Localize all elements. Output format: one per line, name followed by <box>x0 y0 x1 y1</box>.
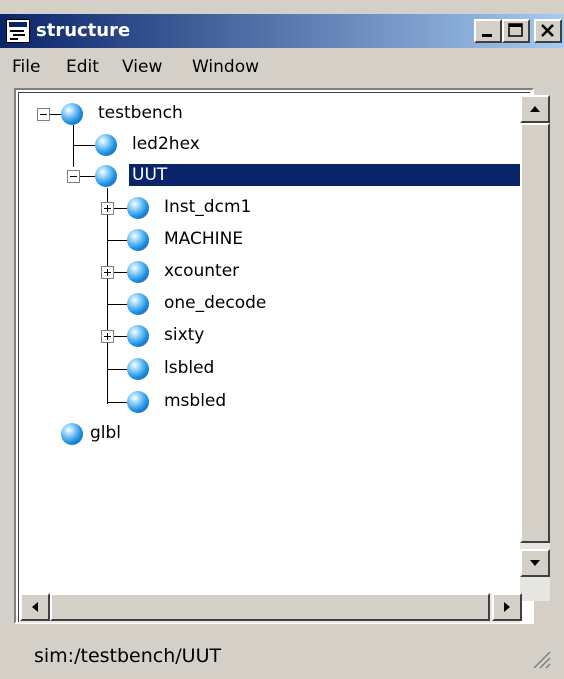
resize-grip-icon[interactable] <box>528 646 552 670</box>
tree-connector <box>113 336 127 337</box>
scroll-up-button[interactable] <box>520 95 550 123</box>
maximize-icon <box>508 23 523 37</box>
menu-bar: File Edit View Window <box>0 50 564 84</box>
tree-node-label: sixty <box>164 325 205 345</box>
tree-connector <box>73 125 74 167</box>
tree-connector <box>107 402 127 403</box>
scroll-right-button[interactable] <box>492 593 522 621</box>
menu-file[interactable]: File <box>12 56 40 78</box>
blue-sphere-icon <box>127 358 149 380</box>
tree-node-label: led2hex <box>132 134 200 154</box>
blue-sphere-icon <box>127 325 149 347</box>
blue-sphere-icon <box>127 197 149 219</box>
tree-connector <box>107 188 108 404</box>
vertical-scrollbar[interactable] <box>520 95 550 601</box>
expand-icon[interactable] <box>101 330 114 343</box>
tree-node-label: UUT <box>129 164 531 186</box>
blue-sphere-icon <box>127 293 149 315</box>
window-title: structure <box>36 20 131 41</box>
tree-node-label: lsbled <box>164 358 215 378</box>
window-border <box>556 48 564 679</box>
tree-node-label: msbled <box>164 391 227 411</box>
tree-connector <box>113 208 127 209</box>
structure-tree[interactable]: testbench led2hex UUT Inst_dcm1 MACHINE … <box>18 92 531 622</box>
blue-sphere-icon <box>127 391 149 413</box>
blue-sphere-icon <box>95 165 117 187</box>
tree-connector <box>107 240 127 241</box>
arrow-up-icon <box>530 106 540 112</box>
arrow-left-icon <box>32 602 38 612</box>
tree-connector <box>113 272 127 273</box>
menu-edit[interactable]: Edit <box>66 56 99 78</box>
tree-node-label: testbench <box>98 103 183 123</box>
tree-node-label: one_decode <box>164 293 267 313</box>
tree-connector <box>73 145 95 146</box>
tree-connector <box>49 114 61 115</box>
arrow-right-icon <box>504 602 510 612</box>
tree-connector <box>107 369 127 370</box>
maximize-button[interactable] <box>502 19 530 43</box>
blue-sphere-icon <box>127 229 149 251</box>
horizontal-scroll-thumb[interactable] <box>50 593 490 621</box>
scroll-left-button[interactable] <box>20 593 50 621</box>
tree-node-label: Inst_dcm1 <box>164 197 252 217</box>
tree-node-label: MACHINE <box>164 229 244 249</box>
blue-sphere-icon <box>61 423 83 445</box>
status-bar: sim:/testbench/UUT <box>14 630 554 672</box>
menu-window[interactable]: Window <box>192 56 259 78</box>
blue-sphere-icon <box>61 103 83 125</box>
expand-icon[interactable] <box>101 266 114 279</box>
tree-node-label: glbl <box>90 423 122 443</box>
title-bar[interactable]: structure <box>0 14 564 48</box>
scroll-down-button[interactable] <box>520 549 550 577</box>
minimize-icon <box>482 34 492 37</box>
minimize-button[interactable] <box>474 19 502 43</box>
blue-sphere-icon <box>95 134 117 156</box>
collapse-icon[interactable] <box>67 170 80 183</box>
status-path: sim:/testbench/UUT <box>34 645 222 667</box>
horizontal-scrollbar[interactable] <box>20 593 522 623</box>
close-button[interactable] <box>534 19 562 43</box>
vertical-scroll-thumb[interactable] <box>520 123 550 543</box>
structure-window: structure File Edit View Window testbenc… <box>0 0 564 679</box>
blue-sphere-icon <box>127 261 149 283</box>
arrow-down-icon <box>530 560 540 566</box>
tree-connector <box>107 304 127 305</box>
structure-tree-panel: testbench led2hex UUT Inst_dcm1 MACHINE … <box>14 88 534 624</box>
tree-connector <box>79 176 95 177</box>
menu-view[interactable]: View <box>122 56 162 78</box>
tree-node-label: xcounter <box>164 261 240 281</box>
app-icon[interactable] <box>6 19 30 43</box>
expand-icon[interactable] <box>101 202 114 215</box>
close-icon <box>541 24 554 37</box>
collapse-icon[interactable] <box>37 108 50 121</box>
